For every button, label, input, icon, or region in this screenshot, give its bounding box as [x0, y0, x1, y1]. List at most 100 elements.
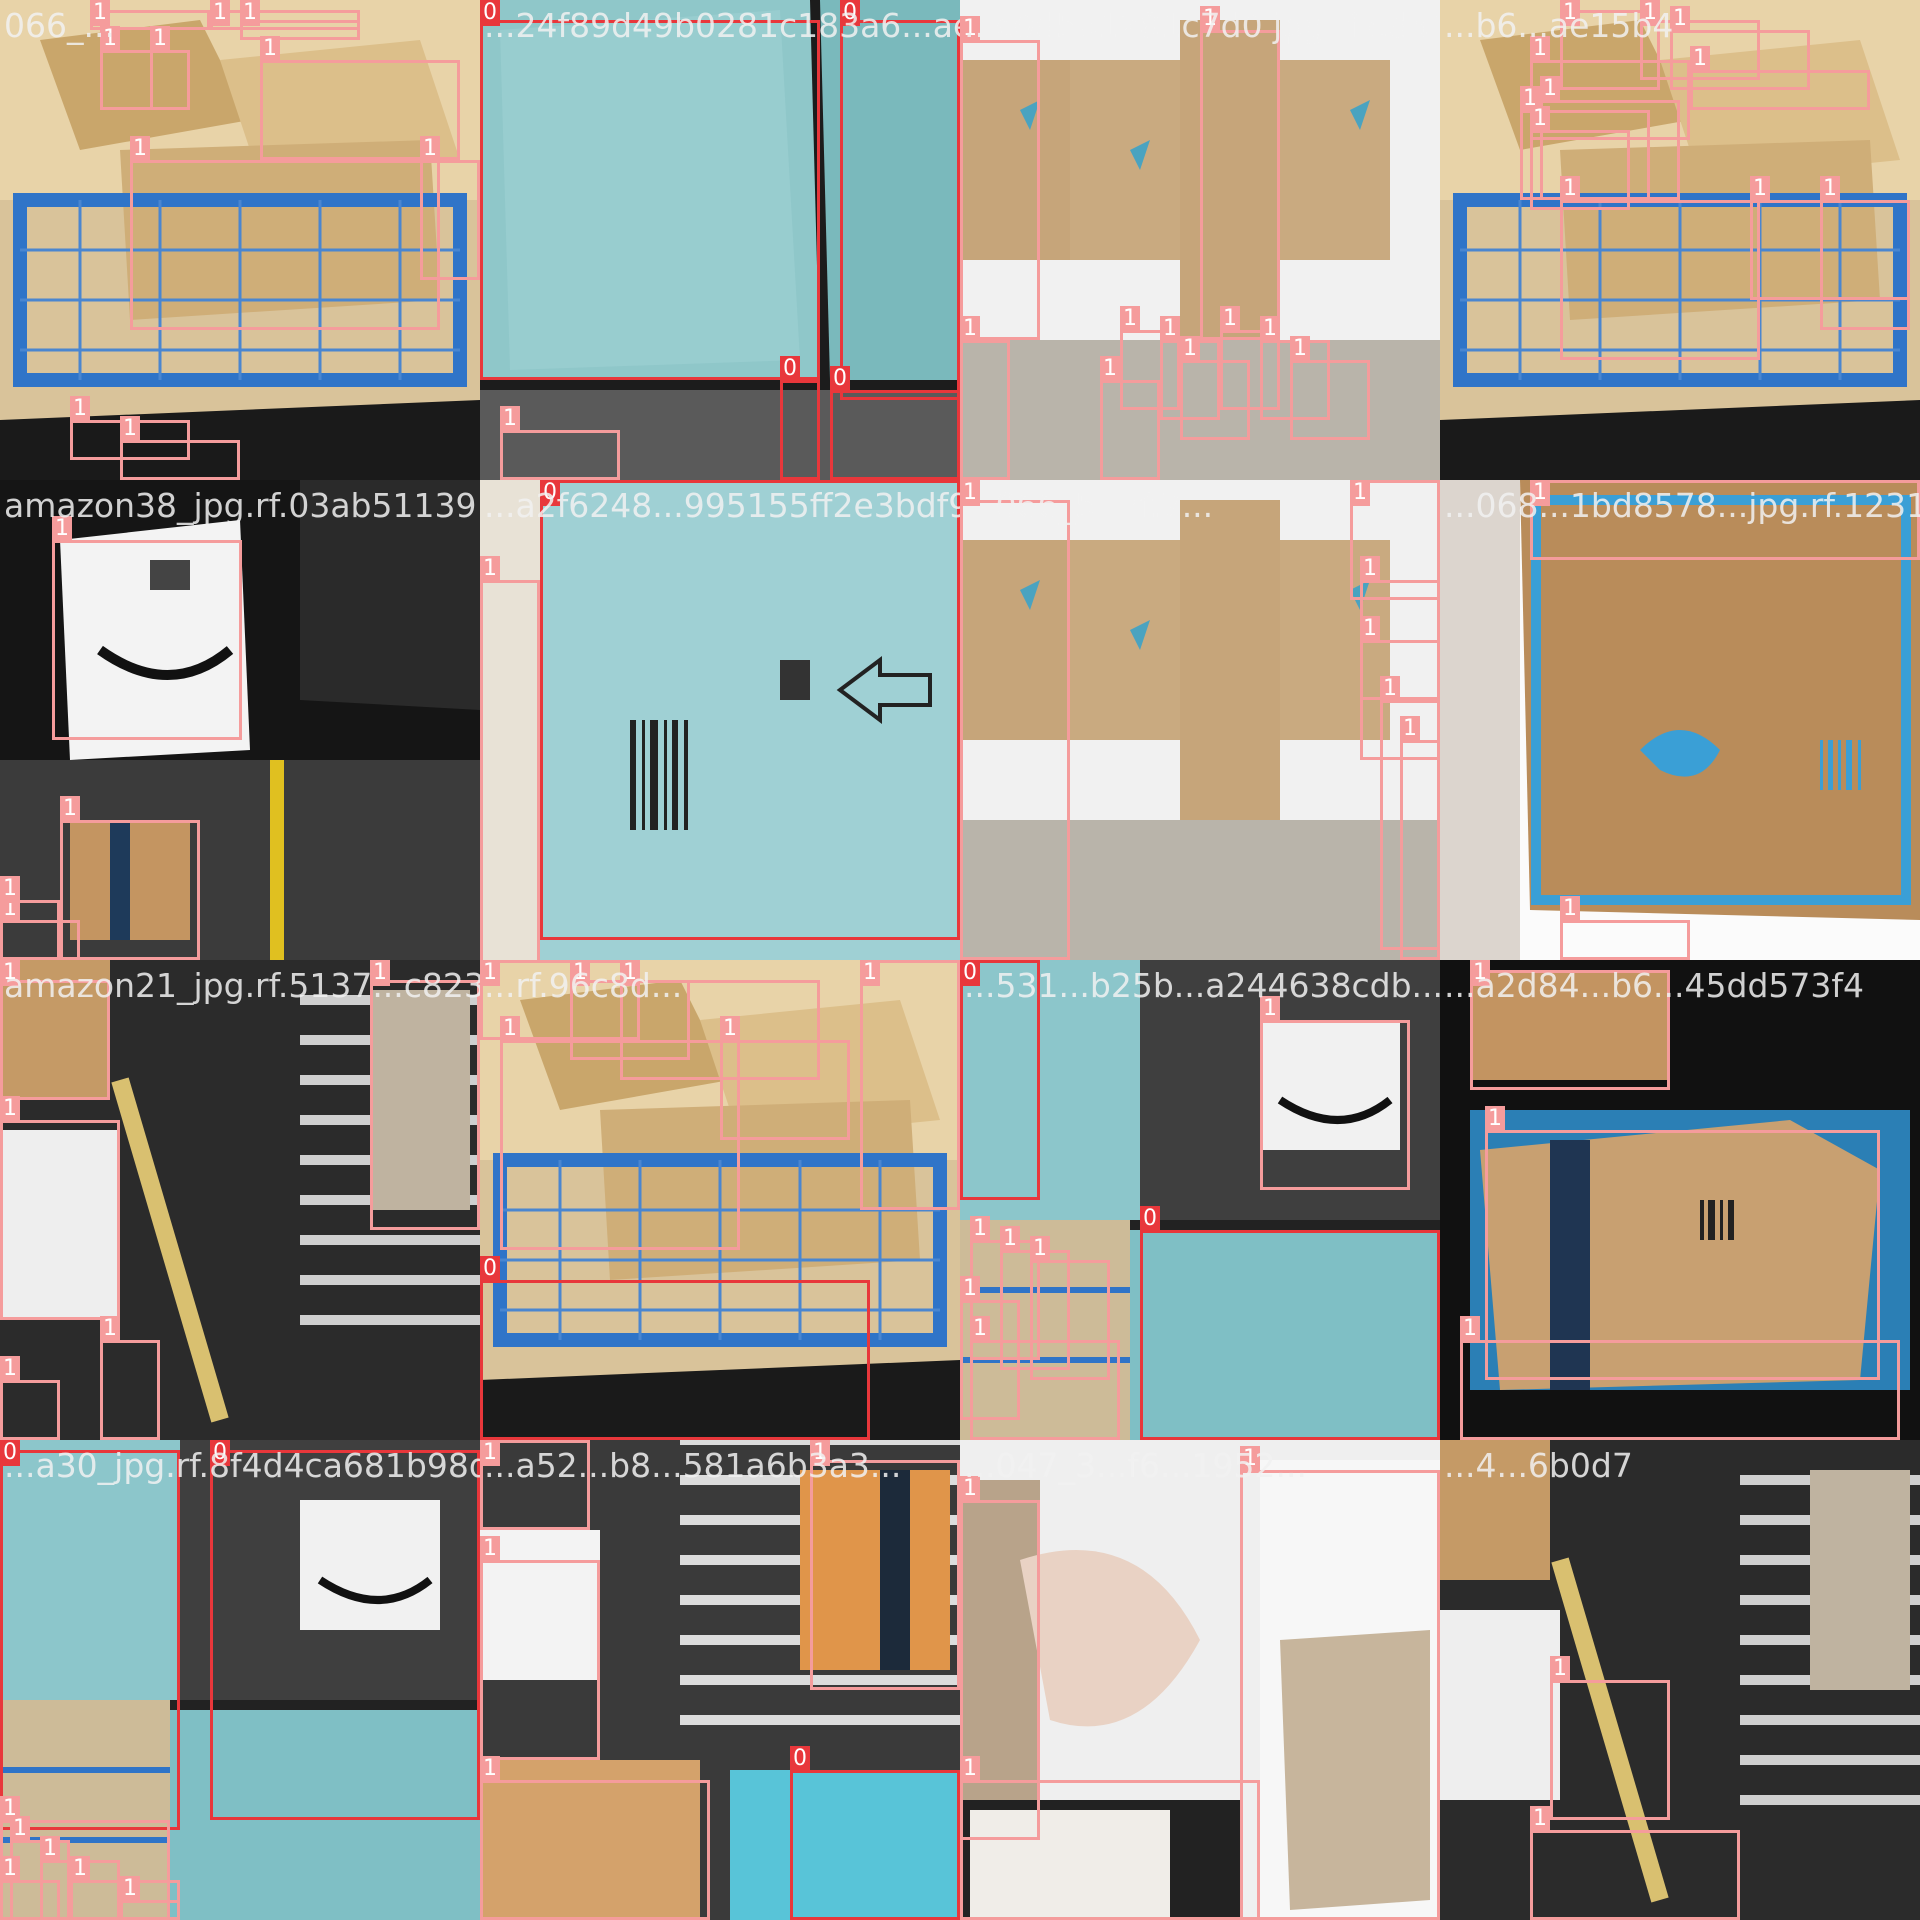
detection-class-label: 1: [1100, 356, 1120, 382]
detection-mosaic: 1 1 1 1 1 1 1 1 1 1 066_... 0 0 0 1 0 ...24f89d49b0281c…: [0, 0, 1920, 1920]
tile-filename: ...rf.96c8d...: [484, 966, 683, 1005]
tile-filename: 066_...: [4, 6, 115, 45]
detection-class-label: 0: [1140, 1206, 1160, 1232]
detection-box: [720, 1040, 850, 1140]
detection-class-label: 1: [260, 36, 280, 62]
detection-box: [0, 1450, 180, 1830]
detection-box: [130, 160, 440, 330]
detection-class-label: 1: [1750, 176, 1770, 202]
tile-filename: ...b6...ae15b4: [1444, 6, 1674, 45]
detection-class-label: 1: [240, 0, 260, 26]
detection-box: [150, 50, 190, 110]
detection-box: [500, 430, 620, 480]
detection-box: [480, 20, 820, 380]
detection-box: [540, 480, 960, 940]
mosaic-tile: 1 1 ...4...6b0d7: [1440, 1440, 1920, 1920]
detection-class-label: 1: [480, 1756, 500, 1782]
detection-class-label: 1: [1485, 1106, 1505, 1132]
detection-class-label: 1: [1160, 316, 1180, 342]
detection-class-label: 1: [860, 960, 880, 986]
detection-class-label: 1: [70, 1856, 90, 1882]
detection-class-label: 1: [1550, 1656, 1570, 1682]
tile-filename: ...a2d84...b6...45dd573f4: [1444, 966, 1864, 1005]
detection-box: [1400, 740, 1440, 960]
detection-class-label: 1: [1380, 676, 1400, 702]
detection-class-label: 1: [1540, 76, 1560, 102]
detection-class-label: 1: [10, 1816, 30, 1842]
detection-box: [1550, 1680, 1670, 1820]
mosaic-tile: 00111111...a30_jpg.rf.8f4d4ca681b98d2...: [0, 1440, 480, 1920]
detection-class-label: 1: [1360, 616, 1380, 642]
detection-class-label: 1: [0, 1096, 20, 1122]
mosaic-tile: 1111111111...c0d5b1281c7d0 jpg.rf.ed5149…: [960, 0, 1440, 480]
tile-filename: ...24f89d49b0281c183a6...ae6...: [484, 6, 960, 45]
mosaic-tile: 1 1 1 ...a2d84...b6...45dd573f4: [1440, 960, 1920, 1440]
detection-class-label: 1: [1360, 556, 1380, 582]
mosaic-tile: 1 1 1 1 1 1 ...066_5...rf.7...: [960, 480, 1440, 960]
detection-class-label: 1: [120, 416, 140, 442]
detection-class-label: 1: [1180, 336, 1200, 362]
detection-box: [1690, 70, 1870, 110]
tile-filename: ...047_3...f6...1952...: [964, 1446, 1307, 1485]
detection-class-label: 0: [780, 356, 800, 382]
tile-filename: amazon38_jpg.rf.03ab51139...: [4, 486, 480, 525]
mosaic-tile: 1 1 1 1 1 1 1 1 1 1 066_...: [0, 0, 480, 480]
mosaic-tile: 1 1 1 1 0 ...a52...b8...581a6b3a3...: [480, 1440, 960, 1920]
detection-box: [500, 1040, 740, 1250]
detection-class-label: 0: [830, 366, 850, 392]
detection-box: [480, 1280, 870, 1440]
detection-class-label: 1: [1120, 306, 1140, 332]
detection-box: [860, 960, 960, 1210]
detection-box: [370, 980, 480, 1230]
detection-box: [52, 540, 242, 740]
detection-box: [1140, 1230, 1440, 1440]
detection-class-label: 1: [720, 1016, 740, 1042]
detection-class-label: 1: [0, 1356, 20, 1382]
detection-box: [780, 380, 820, 480]
detection-box: [1530, 1830, 1740, 1920]
detection-box: [60, 820, 200, 960]
detection-class-label: 1: [0, 876, 20, 902]
detection-class-label: 1: [1290, 336, 1310, 362]
detection-class-label: 1: [420, 136, 440, 162]
detection-box: [1530, 130, 1630, 210]
detection-box: [960, 40, 1040, 340]
detection-class-label: 1: [480, 1536, 500, 1562]
detection-class-label: 1: [1530, 1806, 1550, 1832]
detection-class-label: 1: [500, 406, 520, 432]
detection-box: [0, 1120, 120, 1320]
mosaic-tile: 1 1 1 1 1 amazon21_jpg.rf.5137...c823...: [0, 960, 480, 1440]
detection-class-label: 1: [70, 396, 90, 422]
detection-box: [810, 1460, 960, 1690]
detection-box: [120, 440, 240, 480]
detection-class-label: 1: [1030, 1236, 1050, 1262]
tile-filename: ...a52...b8...581a6b3a3...: [484, 1446, 902, 1485]
tile-filename: ...a2f6248...995155ff2e3bdf9...: [484, 486, 960, 525]
detection-box: [960, 500, 1070, 960]
detection-box: [1290, 360, 1370, 440]
detection-box: [420, 160, 480, 280]
tile-filename: ...a30_jpg.rf.8f4d4ca681b98d2...: [4, 1446, 480, 1485]
detection-box: [0, 1880, 60, 1920]
detection-box: [790, 1770, 960, 1920]
detection-class-label: 1: [120, 1876, 140, 1902]
mosaic-tile: 1 1 1 1 1 1 0 ...rf.96c8d...: [480, 960, 960, 1440]
detection-box: [1260, 1020, 1410, 1190]
detection-box: [480, 1560, 600, 1760]
detection-box: [970, 1340, 1120, 1440]
detection-box: [1200, 30, 1280, 340]
mosaic-tile: 0 1 1 1 1 1 1 0 ...531...b25b...a244638cdb...: [960, 960, 1440, 1440]
detection-box: [830, 390, 960, 480]
detection-box: [960, 1780, 1260, 1920]
detection-class-label: 1: [1530, 106, 1550, 132]
mosaic-tile: 1 1 1 ...047_3...f6...1952...: [960, 1440, 1440, 1920]
detection-class-label: 1: [1690, 46, 1710, 72]
tile-filename: amazon21_jpg.rf.5137...c823...: [4, 966, 480, 1005]
detection-class-label: 1: [500, 1016, 520, 1042]
tile-filename: ...c0d5b1281c7d0 jpg.rf.ed5149...: [964, 6, 1440, 45]
detection-class-label: 1: [1400, 716, 1420, 742]
detection-class-label: 1: [960, 1756, 980, 1782]
detection-box: [1100, 380, 1160, 480]
detection-box: [1820, 200, 1910, 330]
detection-box: [120, 1900, 180, 1920]
